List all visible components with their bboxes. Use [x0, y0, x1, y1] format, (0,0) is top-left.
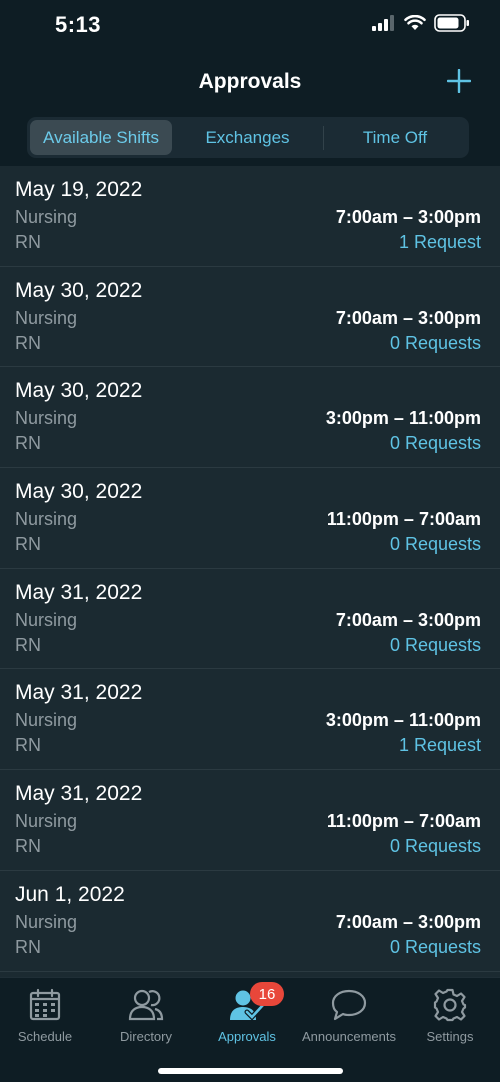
tab-bar: Schedule Directory 16 Approvals Announce… [0, 977, 500, 1082]
shift-date: May 19, 2022 [15, 178, 143, 201]
battery-icon [434, 14, 470, 37]
shift-time: 11:00pm – 7:00am [326, 811, 481, 832]
plus-icon [447, 69, 471, 93]
shift-role: RN [15, 836, 41, 857]
segment-time-off[interactable]: Time Off [324, 120, 466, 155]
shift-date: Jun 1, 2022 [15, 882, 125, 906]
add-button[interactable] [442, 64, 476, 98]
approvals-badge: 16 [250, 982, 284, 1006]
shift-row[interactable]: May 30, 2022 Nursing RN 11:00pm – 7:00am… [0, 468, 500, 569]
shift-row[interactable]: Jun 1, 2022 Nursing RN 7:00am – 3:00pm 0… [0, 871, 500, 972]
shift-requests: 0 Requests [389, 634, 481, 655]
shift-row[interactable]: May 30, 2022 Nursing RN 7:00am – 3:00pm … [0, 267, 500, 368]
shift-date: May 30, 2022 [15, 379, 143, 403]
segment-available-shifts[interactable]: Available Shifts [30, 120, 172, 155]
shift-date: May 30, 2022 [15, 480, 143, 504]
shift-role: RN [15, 634, 41, 655]
tab-settings[interactable]: Settings [400, 986, 500, 1046]
segment-exchanges[interactable]: Exchanges [172, 120, 323, 155]
shift-requests: 0 Requests [389, 332, 481, 353]
gear-icon [431, 986, 469, 1024]
shift-requests: 1 Request [398, 232, 481, 252]
shift-date: May 31, 2022 [15, 580, 143, 604]
tab-label: Directory [119, 1029, 172, 1044]
shift-department: Nursing [15, 207, 78, 227]
status-time: 5:13 [55, 12, 102, 37]
shift-department: Nursing [15, 509, 78, 530]
approvals-person-check-icon: 16 [228, 982, 284, 1024]
shift-requests: 0 Requests [389, 836, 481, 857]
page-title: Approvals [198, 70, 302, 93]
shift-date: May 31, 2022 [15, 782, 143, 806]
shift-time: 11:00pm – 7:00am [326, 509, 481, 530]
shift-role: RN [15, 936, 41, 957]
shift-row[interactable]: May 19, 2022 Nursing RN 7:00am – 3:00pm … [0, 166, 500, 267]
shift-department: Nursing [15, 710, 78, 731]
approvals-segmented-control: Available Shifts Exchanges Time Off [27, 117, 469, 158]
shift-department: Nursing [15, 609, 78, 630]
shift-date: May 31, 2022 [15, 681, 143, 705]
shift-row[interactable]: May 31, 2022 Nursing RN 3:00pm – 11:00pm… [0, 669, 500, 771]
shift-requests: 0 Requests [389, 936, 481, 957]
shift-role: RN [15, 735, 41, 756]
people-icon [127, 986, 165, 1024]
tab-label: Schedule [17, 1029, 73, 1044]
home-indicator [158, 1068, 343, 1074]
shift-department: Nursing [15, 811, 78, 832]
shift-time: 7:00am – 3:00pm [335, 307, 481, 328]
calendar-icon [26, 986, 64, 1024]
shift-date: May 30, 2022 [15, 278, 143, 302]
shift-time: 7:00am – 3:00pm [335, 911, 481, 932]
shift-time: 7:00am – 3:00pm [335, 207, 481, 227]
tab-label: Approvals [218, 1029, 276, 1044]
wifi-icon [404, 14, 426, 36]
tab-label: Settings [426, 1029, 474, 1044]
status-bar: 5:13 [0, 0, 500, 50]
tab-label: Announcements [302, 1029, 396, 1044]
shift-time: 3:00pm – 11:00pm [325, 710, 481, 731]
shift-row[interactable]: May 31, 2022 Nursing RN 7:00am – 3:00pm … [0, 569, 500, 670]
status-icons [372, 14, 470, 37]
shift-department: Nursing [15, 408, 78, 429]
cellular-signal-icon [372, 15, 396, 36]
nav-header: Approvals [0, 50, 500, 115]
shift-row[interactable]: May 30, 2022 Nursing RN 3:00pm – 11:00pm… [0, 367, 500, 469]
shift-time: 3:00pm – 11:00pm [325, 408, 481, 429]
shift-time: 7:00am – 3:00pm [335, 609, 481, 630]
chat-bubble-icon [330, 986, 368, 1024]
shift-requests: 0 Requests [389, 433, 481, 454]
shift-department: Nursing [15, 911, 78, 932]
tab-approvals[interactable]: 16 Approvals [197, 982, 297, 1046]
shift-requests: 0 Requests [389, 534, 481, 555]
shift-department: Nursing [15, 307, 78, 328]
shift-list: May 19, 2022 Nursing RN 7:00am – 3:00pm … [0, 166, 500, 977]
shift-requests: 1 Request [398, 735, 481, 756]
tab-directory[interactable]: Directory [96, 986, 196, 1046]
tab-schedule[interactable]: Schedule [0, 986, 95, 1046]
shift-role: RN [15, 534, 41, 555]
shift-role: RN [15, 433, 41, 454]
shift-role: RN [15, 232, 41, 252]
shift-role: RN [15, 332, 41, 353]
tab-announcements[interactable]: Announcements [299, 986, 399, 1046]
shift-row[interactable]: May 31, 2022 Nursing RN 11:00pm – 7:00am… [0, 770, 500, 871]
